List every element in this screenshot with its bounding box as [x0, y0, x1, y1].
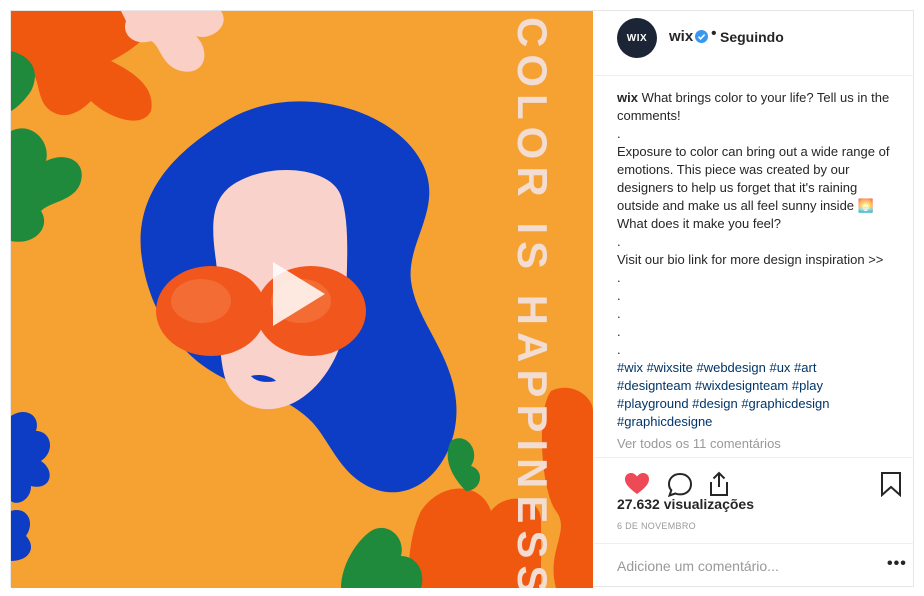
follow-status-button[interactable]: Seguindo	[720, 29, 784, 45]
caption-line: .	[617, 342, 621, 357]
more-options-icon[interactable]: •••	[887, 555, 907, 573]
bookmark-icon[interactable]	[878, 471, 904, 497]
caption-line: .	[617, 288, 621, 303]
play-icon[interactable]	[263, 259, 333, 329]
post-date: 6 DE NOVEMBRO	[617, 521, 696, 531]
separator-dot: •	[711, 25, 717, 42]
verified-badge-icon	[695, 30, 708, 43]
comment-icon[interactable]	[667, 472, 693, 498]
post-sidebar: WIX wix • Seguindo wix What brings color…	[594, 11, 914, 588]
hashtag-line[interactable]: #graphicdesigne	[617, 413, 907, 431]
heart-icon[interactable]	[624, 471, 650, 497]
comment-box: Adicione um comentário... •••	[594, 543, 914, 589]
caption-line: wix What brings color to your life? Tell…	[617, 89, 907, 107]
caption-line: comments!	[617, 108, 681, 123]
caption-line: What does it make you feel?	[617, 216, 782, 231]
post-caption: wix What brings color to your life? Tell…	[617, 89, 907, 431]
action-bar	[594, 457, 914, 459]
username[interactable]: wix	[669, 28, 693, 45]
caption-line: .	[617, 270, 621, 285]
hashtag-line[interactable]: #wix #wixsite #webdesign #ux #art	[617, 359, 907, 377]
comment-input[interactable]: Adicione um comentário...	[617, 558, 779, 574]
caption-line: emotions. This piece was created by our	[617, 162, 850, 177]
caption-line: designers to help us forget that it's ra…	[617, 180, 858, 195]
instagram-post: COLOR IS HAPPINESS WIX wix • Seguindo wi…	[10, 10, 914, 588]
caption-line: outside and make us all feel sunny insid…	[617, 198, 874, 213]
hashtag-line[interactable]: #designteam #wixdesignteam #play	[617, 377, 907, 395]
caption-line: Exposure to color can bring out a wide r…	[617, 144, 890, 159]
view-all-comments-link[interactable]: Ver todos os 11 comentários	[617, 436, 781, 451]
caption-line: .	[617, 126, 621, 141]
caption-line: .	[617, 324, 621, 339]
caption-text: What brings color to your life? Tell us …	[637, 90, 890, 105]
avatar[interactable]: WIX	[617, 18, 657, 58]
view-count[interactable]: 27.632 visualizações	[617, 496, 754, 512]
caption-line: Visit our bio link for more design inspi…	[617, 252, 884, 267]
hashtag-line[interactable]: #playground #design #graphicdesign	[617, 395, 907, 413]
overlay-text: COLOR IS HAPPINESS	[509, 17, 548, 588]
vertical-overlay-text: COLOR IS HAPPINESS	[508, 11, 548, 588]
post-video[interactable]: COLOR IS HAPPINESS	[11, 11, 593, 588]
share-icon[interactable]	[706, 471, 732, 497]
caption-username[interactable]: wix	[617, 90, 638, 105]
caption-line: .	[617, 234, 621, 249]
caption-line: .	[617, 306, 621, 321]
post-header: WIX wix • Seguindo	[594, 11, 914, 76]
